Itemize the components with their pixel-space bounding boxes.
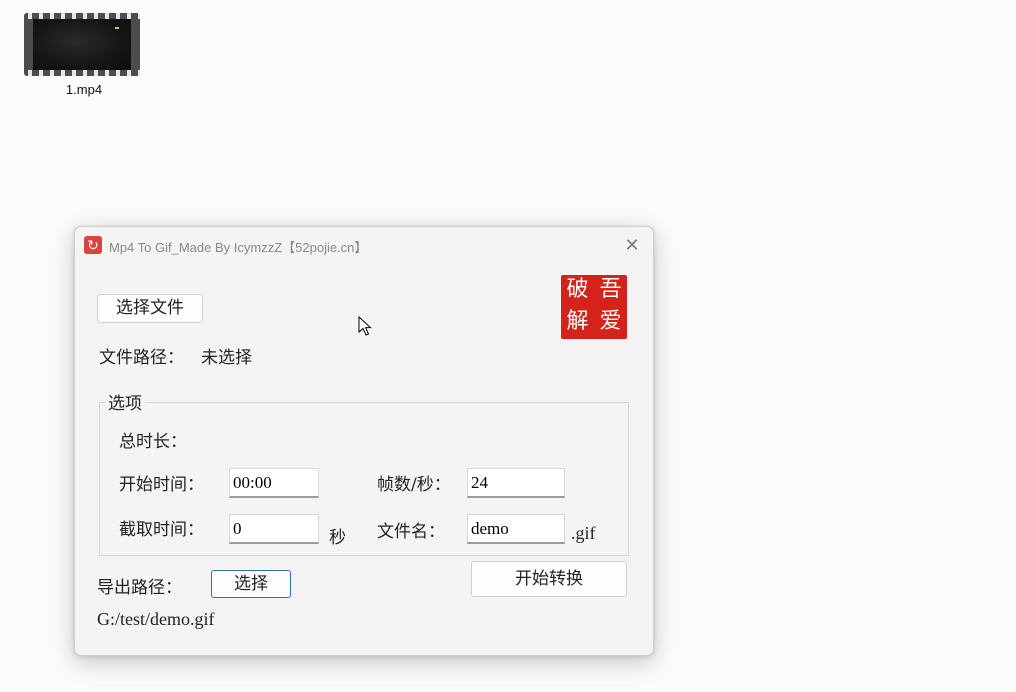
refresh-icon: ↻ [84, 236, 102, 254]
logo-char: 爱 [599, 309, 622, 334]
export-path-label: 导出路径： [97, 578, 182, 598]
thumbnail-dot [115, 27, 119, 29]
clip-time-label: 截取时间： [119, 520, 204, 540]
export-select-button[interactable]: 选择 [211, 570, 291, 598]
film-holes-bottom [24, 70, 140, 76]
desktop-file-1mp4[interactable]: 1.mp4 [20, 10, 146, 102]
options-group-title: 选项 [105, 389, 145, 414]
filename-label: 文件名： [377, 522, 445, 542]
logo-char: 吾 [599, 277, 622, 302]
logo-char: 破 [566, 277, 589, 302]
52pojie-logo: 破 吾 解 爱 [561, 275, 627, 339]
title-bar[interactable]: ↻ Mp4 To Gif_Made By IcymzzZ【52pojie.cn】… [75, 227, 653, 263]
start-time-input[interactable]: 00:00 [229, 468, 319, 498]
start-convert-button[interactable]: 开始转换 [471, 561, 627, 597]
video-thumbnail [33, 19, 131, 70]
seconds-unit-label: 秒 [329, 528, 346, 548]
file-path-label: 文件路径： [99, 348, 184, 368]
fps-input[interactable]: 24 [467, 468, 565, 498]
file-path-value: 未选择 [201, 348, 252, 368]
clip-time-input[interactable]: 0 [229, 514, 319, 544]
total-duration-label: 总时长： [119, 432, 187, 452]
window-title: Mp4 To Gif_Made By IcymzzZ【52pojie.cn】 [109, 240, 368, 255]
mouse-cursor-icon [358, 316, 372, 336]
gif-extension-label: .gif [571, 523, 596, 543]
filename-input[interactable]: demo [467, 514, 565, 544]
export-path-value: G:/test/demo.gif [97, 609, 215, 629]
select-file-button[interactable]: 选择文件 [97, 294, 203, 323]
file-name-label: 1.mp4 [65, 82, 103, 97]
video-file-icon [24, 13, 140, 76]
logo-char: 解 [566, 309, 589, 334]
fps-label: 帧数/秒： [377, 475, 451, 495]
close-button[interactable]: ✕ [621, 234, 643, 256]
mp4-to-gif-window: ↻ Mp4 To Gif_Made By IcymzzZ【52pojie.cn】… [74, 226, 654, 656]
start-time-label: 开始时间： [119, 475, 204, 495]
